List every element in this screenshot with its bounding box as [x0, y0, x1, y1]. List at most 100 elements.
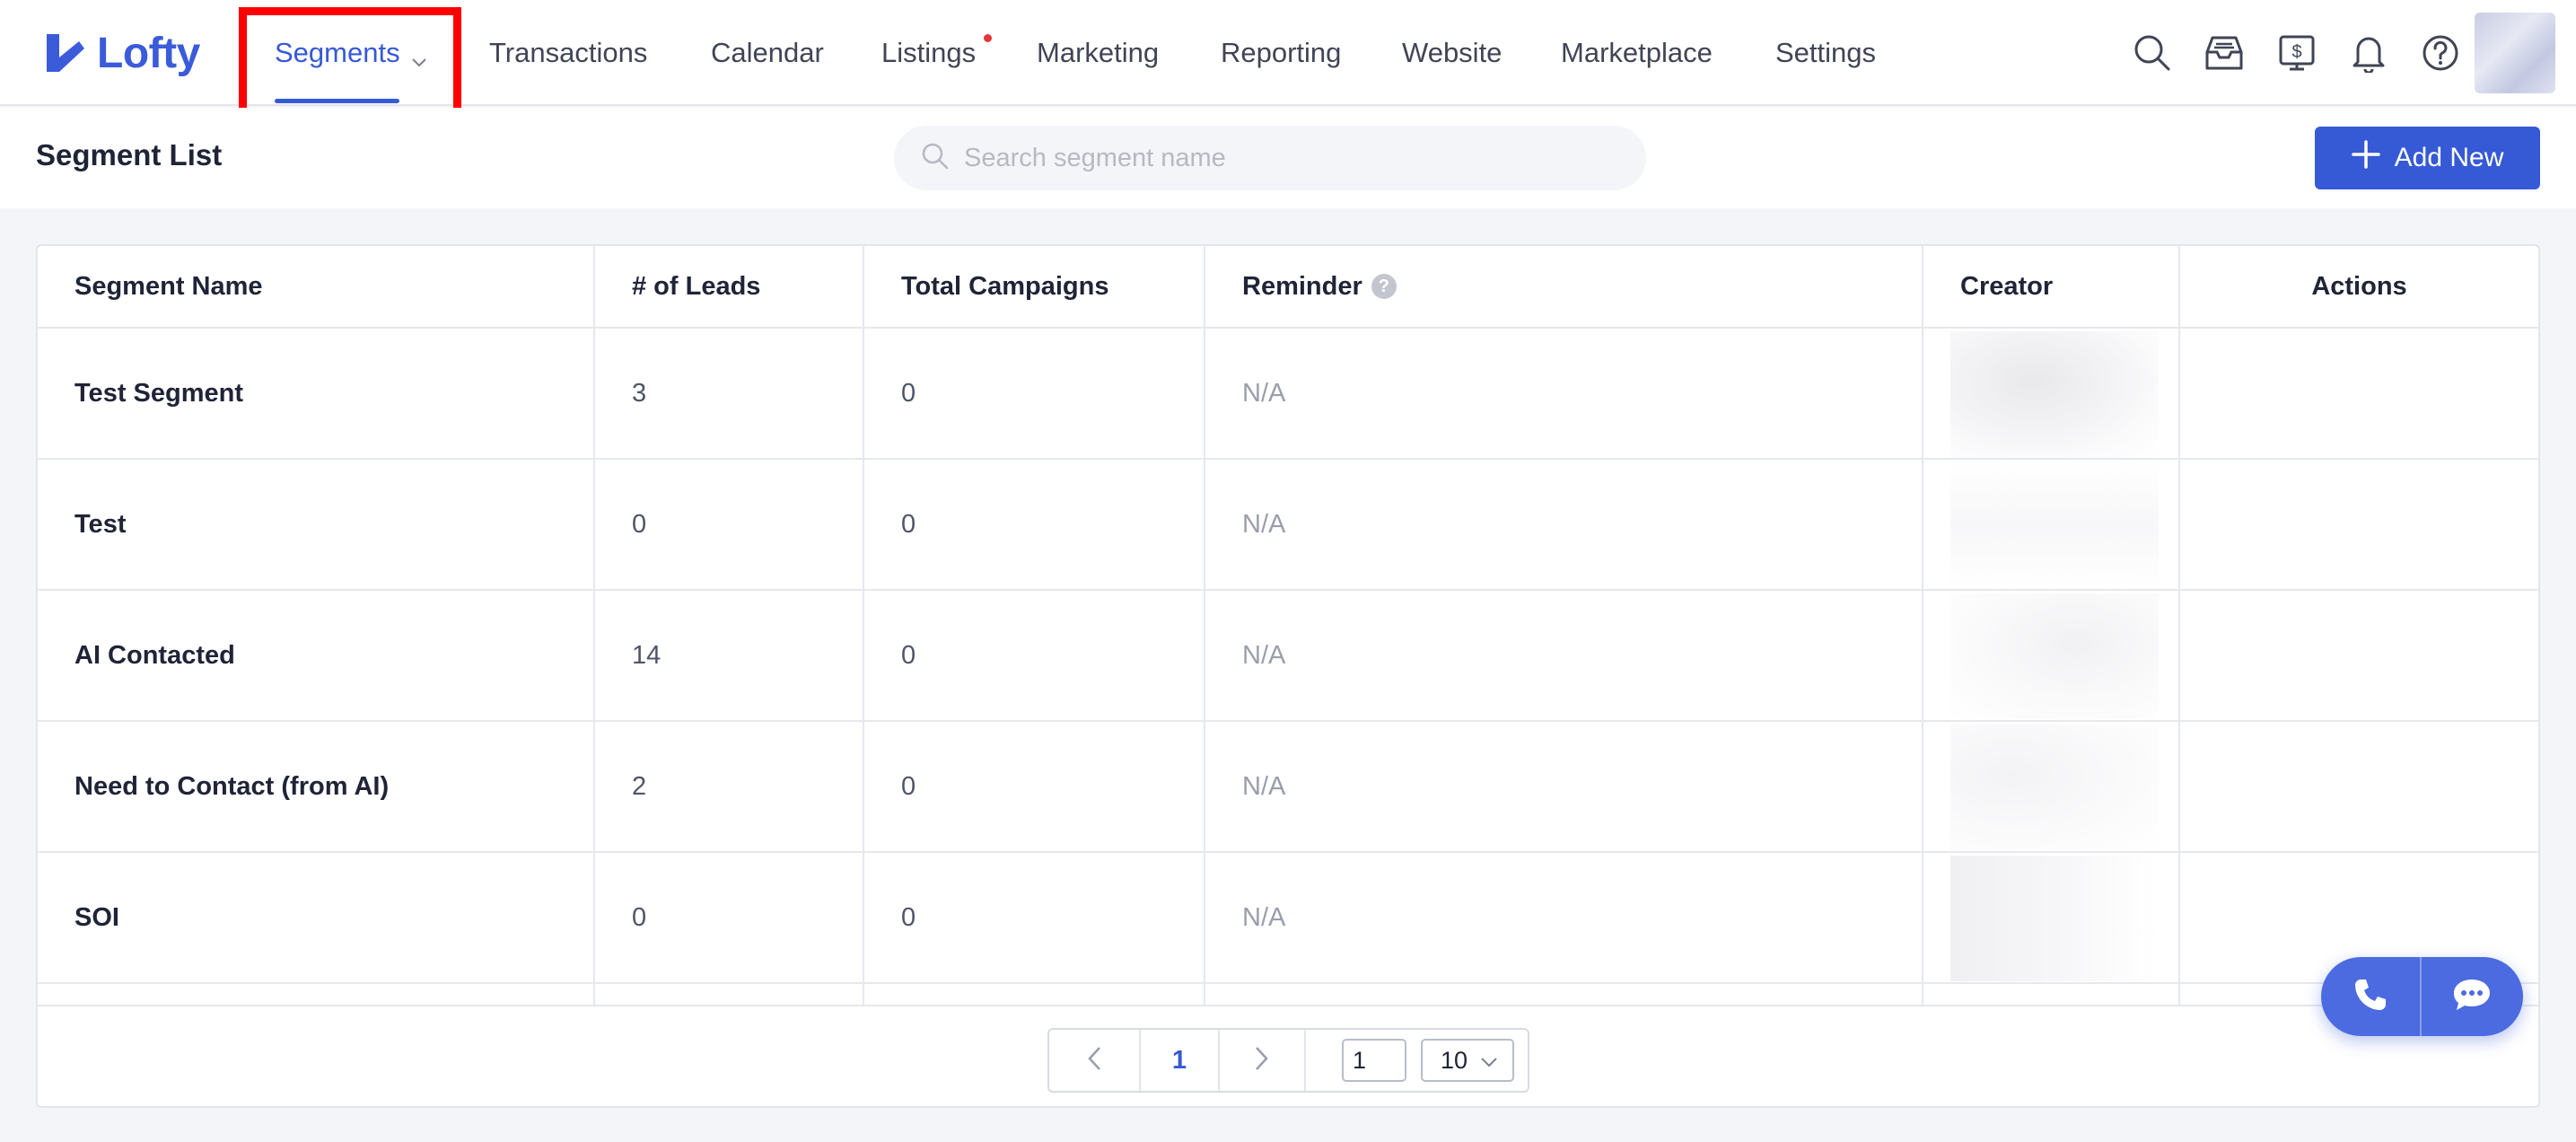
reminder-value: N/A — [1205, 722, 1923, 851]
creator-avatar-blurred — [1950, 331, 2159, 457]
nav-transactions-label: Transactions — [489, 37, 648, 68]
leads-count: 0 — [595, 460, 864, 589]
inbox-icon[interactable] — [2202, 31, 2247, 75]
nav-reporting-label: Reporting — [1221, 37, 1342, 68]
chevron-right-icon — [1254, 1046, 1270, 1076]
table-row[interactable]: Test Segment 3 0 N/A — [38, 329, 2538, 460]
nav-marketplace[interactable]: Marketplace — [1561, 0, 1713, 106]
chat-bubble-icon — [2451, 977, 2493, 1017]
segment-name[interactable]: AI Contacted — [38, 591, 595, 720]
leads-count: 3 — [595, 329, 864, 458]
nav-calendar[interactable]: Calendar — [711, 0, 824, 106]
nav-calendar-label: Calendar — [711, 37, 824, 68]
column-header-creator: Creator — [1923, 246, 2180, 327]
nav-settings[interactable]: Settings — [1775, 0, 1876, 106]
campaigns-count: 0 — [864, 853, 1205, 982]
chat-button[interactable] — [2422, 957, 2522, 1036]
notification-dot — [984, 34, 992, 42]
top-navigation: Lofty Segments Transactions Calendar Lis… — [0, 0, 2576, 121]
chevron-left-icon — [1086, 1046, 1102, 1076]
chevron-down-icon — [1480, 1047, 1498, 1075]
phone-button[interactable] — [2321, 957, 2422, 1036]
brand-name: Lofty — [97, 29, 200, 77]
search-input[interactable] — [964, 143, 1610, 173]
page-number[interactable]: 1 — [1141, 1030, 1220, 1091]
campaigns-count: 0 — [864, 722, 1205, 851]
search-icon[interactable] — [2130, 31, 2175, 75]
call-chat-widget — [2321, 957, 2523, 1036]
campaigns-count: 0 — [864, 329, 1205, 458]
creator-cell — [1923, 460, 2180, 589]
add-new-button[interactable]: Add New — [2315, 127, 2540, 189]
nav-listings[interactable]: Listings — [881, 0, 976, 106]
leads-count: 0 — [595, 853, 864, 982]
column-header-leads[interactable]: # of Leads — [595, 246, 864, 327]
nav-segments-label: Segments — [275, 37, 400, 68]
lofty-logo-icon — [43, 31, 88, 75]
reminder-value: N/A — [1205, 460, 1923, 589]
brand-logo[interactable]: Lofty — [43, 25, 200, 81]
nav-marketing[interactable]: Marketing — [1037, 0, 1159, 106]
creator-avatar-blurred — [1950, 593, 2159, 719]
column-header-segment-name[interactable]: Segment Name — [38, 246, 595, 327]
nav-marketplace-label: Marketplace — [1561, 37, 1713, 68]
leads-count: 2 — [595, 722, 864, 851]
leads-count: 14 — [595, 591, 864, 720]
svg-text:$: $ — [2291, 42, 2301, 62]
segment-name[interactable]: Test — [38, 460, 595, 589]
segment-name[interactable]: Need to Contact (from AI) — [38, 722, 595, 851]
creator-cell — [1923, 591, 2180, 720]
table-row[interactable]: AI Contacted 14 0 N/A — [38, 591, 2538, 722]
creator-avatar-blurred — [1950, 462, 2159, 588]
segment-table: Segment Name # of Leads Total Campaigns … — [36, 244, 2540, 1108]
nav-reporting[interactable]: Reporting — [1221, 0, 1341, 106]
actions-cell — [2180, 329, 2538, 458]
next-page-button[interactable] — [1220, 1030, 1306, 1091]
nav-website[interactable]: Website — [1402, 0, 1502, 106]
page-size-value: 10 — [1441, 1046, 1468, 1074]
billing-icon[interactable]: $ — [2274, 31, 2319, 75]
table-row[interactable]: Test 0 0 N/A — [38, 460, 2538, 591]
plus-icon — [2351, 140, 2380, 176]
nav-listings-label: Listings — [881, 37, 977, 68]
add-new-label: Add New — [2394, 143, 2504, 172]
pagination-bar: 1 10 — [38, 1005, 2538, 1106]
actions-cell — [2180, 591, 2538, 720]
nav-segments[interactable]: Segments — [275, 0, 427, 106]
segment-name[interactable]: Test Segment — [38, 329, 595, 458]
actions-cell — [2180, 722, 2538, 851]
search-icon — [921, 142, 950, 175]
chevron-down-icon — [411, 45, 427, 67]
table-header-row: Segment Name # of Leads Total Campaigns … — [38, 246, 2538, 329]
table-row[interactable]: SOI 0 0 N/A — [38, 853, 2538, 984]
campaigns-count: 0 — [864, 460, 1205, 589]
column-header-reminder[interactable]: Reminder ? — [1205, 246, 1923, 327]
page-title: Segment List — [36, 138, 223, 171]
page-jump-input[interactable] — [1342, 1039, 1406, 1082]
nav-marketing-label: Marketing — [1037, 37, 1160, 68]
reminder-value: N/A — [1205, 853, 1923, 982]
nav-website-label: Website — [1402, 37, 1503, 68]
creator-cell — [1923, 329, 2180, 458]
reminder-header-label: Reminder — [1242, 271, 1362, 301]
reminder-value: N/A — [1205, 591, 1923, 720]
question-mark-icon[interactable]: ? — [1371, 274, 1397, 299]
creator-avatar-blurred — [1950, 856, 2159, 981]
segment-search[interactable] — [894, 126, 1646, 190]
column-header-actions: Actions — [2311, 271, 2407, 301]
nav-transactions[interactable]: Transactions — [489, 0, 647, 106]
segment-name[interactable]: SOI — [38, 853, 595, 982]
reminder-value: N/A — [1205, 329, 1923, 458]
campaigns-count: 0 — [864, 591, 1205, 720]
help-icon[interactable] — [2418, 31, 2463, 75]
phone-icon — [2353, 977, 2388, 1017]
table-row[interactable]: Need to Contact (from AI) 2 0 N/A — [38, 722, 2538, 853]
actions-cell — [2180, 460, 2538, 589]
creator-cell — [1923, 853, 2180, 982]
column-header-campaigns[interactable]: Total Campaigns — [864, 246, 1205, 327]
active-tab-underline — [275, 99, 399, 103]
bell-icon[interactable] — [2346, 31, 2391, 75]
prev-page-button[interactable] — [1049, 1030, 1141, 1091]
avatar[interactable] — [2475, 13, 2555, 93]
page-size-select[interactable]: 10 — [1421, 1039, 1514, 1082]
